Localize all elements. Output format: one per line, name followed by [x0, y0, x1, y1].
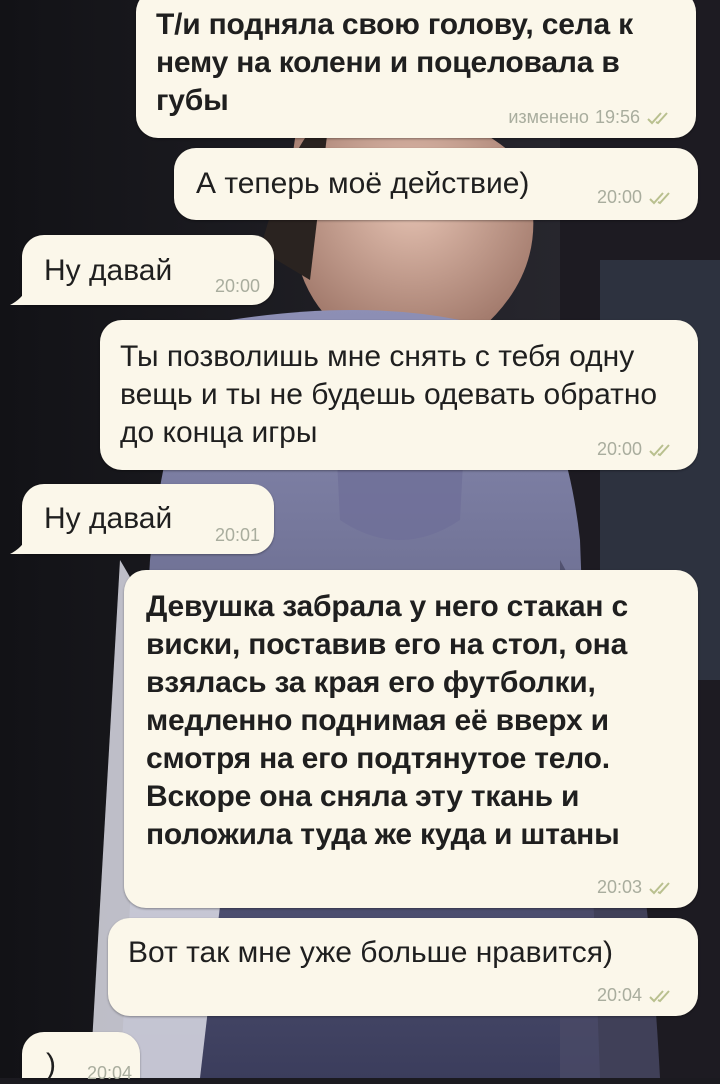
- double-check-icon: [649, 989, 670, 1002]
- double-check-icon: [649, 443, 670, 456]
- message-text: Ты позволишь мне снять с тебя одну вещь …: [120, 340, 658, 449]
- double-check-icon: [649, 881, 670, 894]
- message-meta: 20:00: [215, 276, 260, 297]
- message-meta: 20:00: [597, 187, 676, 208]
- bubble-tail: [10, 287, 28, 305]
- message-text: Девушка забрала у него стакан с виски, п…: [146, 590, 628, 851]
- message-time: 20:00: [596, 187, 642, 207]
- message-meta: 20:00: [597, 439, 676, 460]
- message-time: 20:04: [596, 985, 642, 1005]
- message-time: 20:00: [596, 439, 642, 459]
- message-meta: 20:01: [215, 525, 260, 546]
- message-bubble-incoming[interactable]: Ну давай 20:01: [22, 484, 274, 554]
- message-time: 20:00: [214, 276, 260, 296]
- message-meta: изменено 19:56: [508, 107, 674, 128]
- edited-label: изменено: [508, 107, 589, 127]
- message-meta: 20:03: [597, 877, 676, 898]
- message-bubble-outgoing[interactable]: Девушка забрала у него стакан с виски, п…: [124, 570, 698, 908]
- double-check-icon: [647, 111, 668, 124]
- message-text: Т/и подняла свою голову, села к нему на …: [156, 8, 633, 117]
- message-text: Вот так мне уже больше нравится): [128, 936, 613, 969]
- message-time: 20:03: [596, 877, 642, 897]
- message-meta: 20:04: [597, 985, 676, 1006]
- double-check-icon: [649, 191, 670, 204]
- message-bubble-incoming[interactable]: Ну давай 20:00: [22, 235, 274, 305]
- message-bubble-outgoing[interactable]: Т/и подняла свою голову, села к нему на …: [136, 0, 696, 138]
- bubble-tail: [10, 536, 28, 554]
- message-bubble-outgoing[interactable]: Вот так мне уже больше нравится) 20:04: [108, 918, 698, 1016]
- message-meta: 20:04: [87, 1063, 132, 1084]
- message-bubble-outgoing[interactable]: Ты позволишь мне снять с тебя одну вещь …: [100, 320, 698, 470]
- message-time: 20:01: [214, 525, 260, 545]
- message-bubble-outgoing[interactable]: А теперь моё действие) 20:00: [174, 148, 698, 220]
- message-time: 19:56: [594, 107, 640, 127]
- message-bubble-incoming[interactable]: ) 20:04: [22, 1032, 140, 1083]
- message-time: 20:04: [86, 1063, 132, 1083]
